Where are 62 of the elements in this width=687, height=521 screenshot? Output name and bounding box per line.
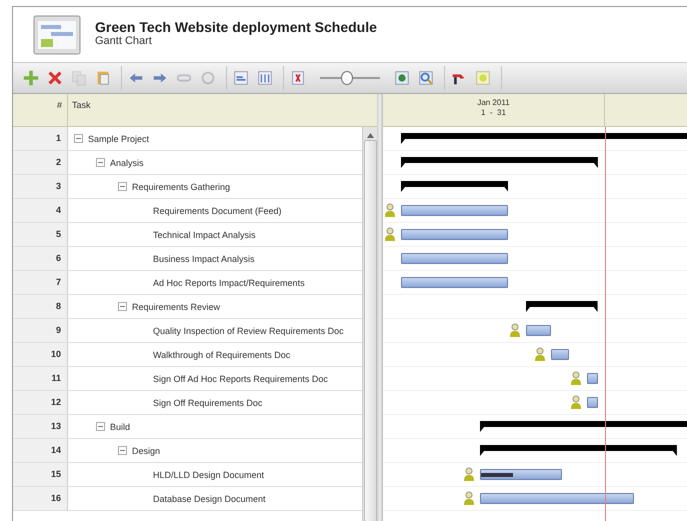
collapse-icon[interactable] [118,182,127,191]
scrollbar[interactable] [362,127,377,521]
task-name[interactable]: Technical Impact Analysis [153,230,256,240]
task-name[interactable]: Analysis [110,158,144,168]
row-number: 5 [13,223,68,246]
row-number: 16 [13,487,68,510]
document-icon [289,68,307,87]
row-number: 7 [13,271,68,294]
summary-bar [526,301,598,312]
row-number: 13 [13,415,68,438]
task-name[interactable]: Database Design Document [153,494,266,504]
task-name[interactable]: Requirements Document (Feed) [153,206,282,216]
row-number: 14 [13,439,68,462]
row-number: 12 [13,391,68,414]
collapse-icon[interactable] [96,158,105,167]
task-name[interactable]: Requirements Gathering [132,182,230,192]
task-name[interactable]: Sign Off Requirements Doc [153,398,262,408]
row-number: 9 [13,319,68,342]
row-number: 11 [13,367,68,390]
app-logo [33,15,81,55]
task-name[interactable]: Ad Hoc Reports Impact/Requirements [153,278,305,288]
task-name[interactable]: Walkthrough of Requirements Doc [153,350,290,360]
row-number: 3 [13,175,68,198]
task-name[interactable]: Quality Inspection of Review Requirements Doc [153,326,344,336]
task-bar[interactable] [551,349,570,360]
document-icon [232,68,250,87]
collapse-icon[interactable] [74,134,83,143]
zoom-out-icon [417,68,435,87]
task-name[interactable]: Design [132,446,160,456]
scroll-up-icon[interactable] [366,133,374,138]
circle-icon [199,68,217,87]
row-number: 6 [13,247,68,270]
row-number: 10 [13,343,68,366]
clock-icon [474,68,492,87]
zoom-in-icon [393,68,411,87]
row-number: 1 [13,127,68,150]
row-number: 15 [13,463,68,486]
row-number: 4 [13,199,68,222]
column-header: # [13,94,68,126]
collapse-icon[interactable] [118,302,127,311]
month-label: Jan 2011 [477,98,510,108]
row-number: 2 [13,151,68,174]
window-title: Green Tech Website deployment Schedule [95,19,377,35]
row-number: 8 [13,295,68,318]
day-range-label: 1 - 31 [481,108,506,118]
task-bar[interactable] [480,469,562,480]
slider-thumb[interactable] [341,70,353,85]
task-name[interactable]: Build [110,422,130,432]
scroll-thumb[interactable] [364,140,376,521]
task-name[interactable]: Sample Project [88,134,150,144]
window-subtitle: Gantt Chart [95,35,153,47]
task-name[interactable]: Sign Off Ad Hoc Reports Requirements Doc [153,374,328,384]
delete-icon [46,68,64,87]
columns-icon [256,68,274,87]
copy-icon [70,68,88,87]
collapse-icon[interactable] [96,422,105,431]
add-icon [22,68,40,87]
task-name[interactable]: Requirements Review [132,302,220,312]
task-name[interactable]: Business Impact Analysis [153,254,255,264]
task-name[interactable]: HLD/LLD Design Document [153,470,264,480]
collapse-icon[interactable] [118,446,127,455]
column-header[interactable]: Task [68,94,377,126]
